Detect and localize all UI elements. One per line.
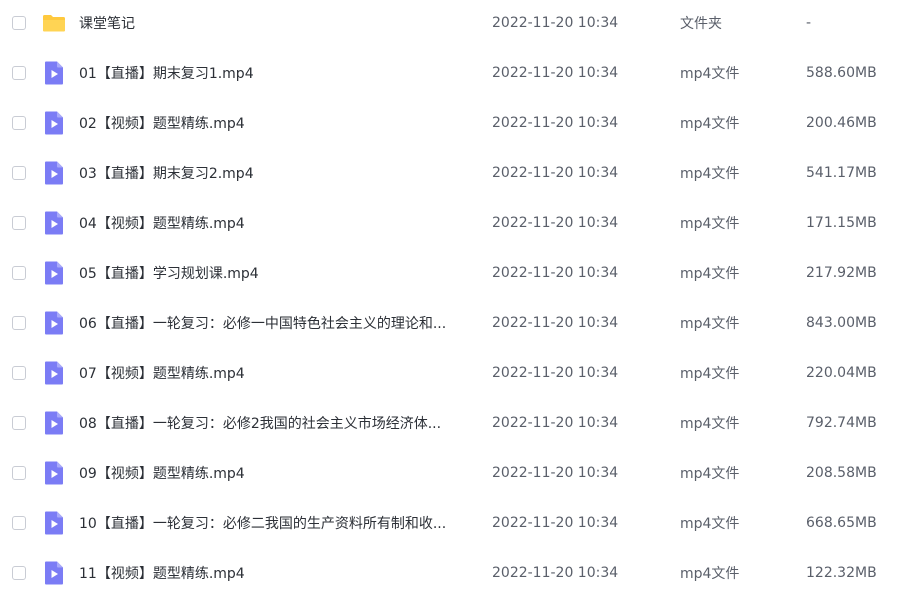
video-file-icon <box>42 461 66 485</box>
file-name[interactable]: 06【直播】一轮复习：必修一中国特色社会主义的理论和... <box>79 313 479 333</box>
file-name[interactable]: 11【视频】题型精练.mp4 <box>79 563 479 583</box>
row-checkbox[interactable] <box>12 16 26 30</box>
video-file-icon <box>42 411 66 435</box>
file-type: mp4文件 <box>680 266 740 282</box>
file-type: mp4文件 <box>680 166 740 182</box>
file-size: 122.32MB <box>806 565 877 581</box>
file-row[interactable]: 08【直播】一轮复习：必修2我国的社会主义市场经济体... 2022-11-20 … <box>0 398 911 448</box>
file-row[interactable]: 06【直播】一轮复习：必修一中国特色社会主义的理论和... 2022-11-20 … <box>0 298 911 348</box>
row-checkbox[interactable] <box>12 66 26 80</box>
file-name[interactable]: 03【直播】期末复习2.mp4 <box>79 163 479 183</box>
row-checkbox[interactable] <box>12 316 26 330</box>
file-modified-date: 2022-11-20 10:34 <box>492 215 619 231</box>
file-type: mp4文件 <box>680 216 740 232</box>
file-modified-date: 2022-11-20 10:34 <box>492 315 619 331</box>
video-file-icon <box>42 261 66 285</box>
file-size: 208.58MB <box>806 465 877 481</box>
file-name[interactable]: 08【直播】一轮复习：必修2我国的社会主义市场经济体... <box>79 413 479 433</box>
file-name[interactable]: 01【直播】期末复习1.mp4 <box>79 63 479 83</box>
file-modified-date: 2022-11-20 10:34 <box>492 565 619 581</box>
file-modified-date: 2022-11-20 10:34 <box>492 65 619 81</box>
file-list: 课堂笔记 2022-11-20 10:34 文件夹 - 01【直播】期末复习1.mp4 2… <box>0 0 911 594</box>
video-file-icon <box>42 111 66 135</box>
file-name[interactable]: 04【视频】题型精练.mp4 <box>79 213 479 233</box>
file-row[interactable]: 04【视频】题型精练.mp4 2022-11-20 10:34 mp4文件 171.1… <box>0 198 911 248</box>
row-checkbox[interactable] <box>12 366 26 380</box>
video-file-icon <box>42 561 66 585</box>
file-size: 792.74MB <box>806 415 877 431</box>
file-type: mp4文件 <box>680 116 740 132</box>
row-checkbox[interactable] <box>12 116 26 130</box>
file-size: 668.65MB <box>806 515 877 531</box>
file-row[interactable]: 11【视频】题型精练.mp4 2022-11-20 10:34 mp4文件 122.3… <box>0 548 911 594</box>
row-checkbox[interactable] <box>12 266 26 280</box>
file-row[interactable]: 05【直播】学习规划课.mp4 2022-11-20 10:34 mp4文件 217.… <box>0 248 911 298</box>
file-type: 文件夹 <box>680 16 722 32</box>
video-file-icon <box>42 311 66 335</box>
file-type: mp4文件 <box>680 366 740 382</box>
file-type: mp4文件 <box>680 316 740 332</box>
file-name[interactable]: 02【视频】题型精练.mp4 <box>79 113 479 133</box>
file-modified-date: 2022-11-20 10:34 <box>492 115 619 131</box>
file-modified-date: 2022-11-20 10:34 <box>492 265 619 281</box>
video-file-icon <box>42 361 66 385</box>
video-file-icon <box>42 511 66 535</box>
file-size: 200.46MB <box>806 115 877 131</box>
video-file-icon <box>42 161 66 185</box>
row-checkbox[interactable] <box>12 566 26 580</box>
file-row[interactable]: 01【直播】期末复习1.mp4 2022-11-20 10:34 mp4文件 588.… <box>0 48 911 98</box>
file-row[interactable]: 07【视频】题型精练.mp4 2022-11-20 10:34 mp4文件 220.0… <box>0 348 911 398</box>
file-modified-date: 2022-11-20 10:34 <box>492 165 619 181</box>
file-row[interactable]: 03【直播】期末复习2.mp4 2022-11-20 10:34 mp4文件 541.… <box>0 148 911 198</box>
file-modified-date: 2022-11-20 10:34 <box>492 515 619 531</box>
file-modified-date: 2022-11-20 10:34 <box>492 415 619 431</box>
file-modified-date: 2022-11-20 10:34 <box>492 465 619 481</box>
file-name[interactable]: 07【视频】题型精练.mp4 <box>79 363 479 383</box>
row-checkbox[interactable] <box>12 516 26 530</box>
file-type: mp4文件 <box>680 66 740 82</box>
file-row[interactable]: 09【视频】题型精练.mp4 2022-11-20 10:34 mp4文件 208.5… <box>0 448 911 498</box>
row-checkbox[interactable] <box>12 166 26 180</box>
file-row[interactable]: 10【直播】一轮复习：必修二我国的生产资料所有制和收... 2022-11-20 … <box>0 498 911 548</box>
video-file-icon <box>42 61 66 85</box>
file-name[interactable]: 课堂笔记 <box>79 13 479 33</box>
file-size: - <box>806 15 812 31</box>
folder-icon <box>42 11 66 35</box>
video-file-icon <box>42 211 66 235</box>
file-size: 541.17MB <box>806 165 877 181</box>
folder-row[interactable]: 课堂笔记 2022-11-20 10:34 文件夹 - <box>0 0 911 48</box>
file-modified-date: 2022-11-20 10:34 <box>492 365 619 381</box>
file-size: 217.92MB <box>806 265 877 281</box>
file-size: 171.15MB <box>806 215 877 231</box>
file-size: 588.60MB <box>806 65 877 81</box>
file-size: 843.00MB <box>806 315 877 331</box>
file-row[interactable]: 02【视频】题型精练.mp4 2022-11-20 10:34 mp4文件 200.4… <box>0 98 911 148</box>
file-type: mp4文件 <box>680 516 740 532</box>
row-checkbox[interactable] <box>12 216 26 230</box>
file-type: mp4文件 <box>680 416 740 432</box>
row-checkbox[interactable] <box>12 416 26 430</box>
file-type: mp4文件 <box>680 466 740 482</box>
row-checkbox[interactable] <box>12 466 26 480</box>
file-name[interactable]: 09【视频】题型精练.mp4 <box>79 463 479 483</box>
file-modified-date: 2022-11-20 10:34 <box>492 15 619 31</box>
file-name[interactable]: 05【直播】学习规划课.mp4 <box>79 263 479 283</box>
file-size: 220.04MB <box>806 365 877 381</box>
file-name[interactable]: 10【直播】一轮复习：必修二我国的生产资料所有制和收... <box>79 513 479 533</box>
file-type: mp4文件 <box>680 566 740 582</box>
